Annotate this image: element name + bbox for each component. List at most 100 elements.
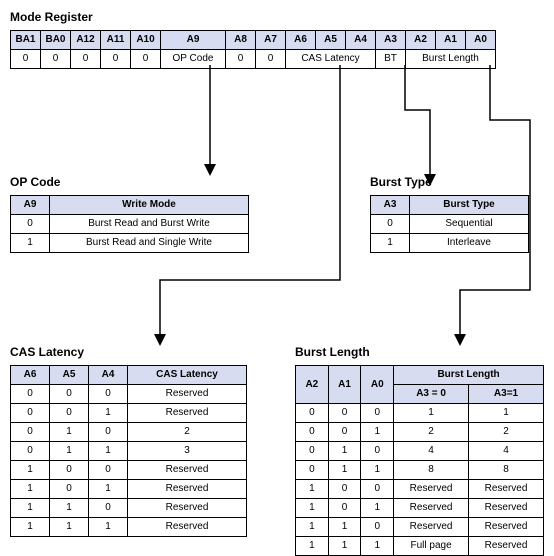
- cell: 0: [89, 423, 128, 442]
- cell: 0: [328, 480, 361, 499]
- cell: 1: [11, 461, 50, 480]
- cas-latency-title: CAS Latency: [10, 345, 247, 359]
- table-row: A6 A5 A4 CAS Latency: [11, 366, 247, 385]
- cell: 0: [371, 215, 410, 234]
- hdr: A4: [346, 31, 376, 50]
- cell: Burst Read and Single Write: [50, 234, 249, 253]
- cell: 1: [50, 499, 89, 518]
- cell: 0: [131, 50, 161, 69]
- hdr: A2: [296, 366, 329, 404]
- cell: Reserved: [394, 518, 469, 537]
- cell: 0: [71, 50, 101, 69]
- cell: Reserved: [128, 385, 247, 404]
- cell: 2: [394, 423, 469, 442]
- cell: Reserved: [394, 499, 469, 518]
- table-row: 0102: [11, 423, 247, 442]
- table-row: 110ReservedReserved: [296, 518, 544, 537]
- hdr: BA0: [41, 31, 71, 50]
- cell: 0: [89, 499, 128, 518]
- hdr: A0: [466, 31, 496, 50]
- cell: Reserved: [128, 499, 247, 518]
- table-row: 100Reserved: [11, 461, 247, 480]
- cell: 0: [296, 461, 329, 480]
- cell: 1: [11, 518, 50, 537]
- table-row: 100ReservedReserved: [296, 480, 544, 499]
- table-row: 0 0 0 0 0 OP Code 0 0 CAS Latency BT Bur…: [11, 50, 496, 69]
- cell: 1: [328, 537, 361, 556]
- cell: 1: [296, 518, 329, 537]
- cell: BT: [376, 50, 406, 69]
- opcode-table: A9 Write Mode 0 Burst Read and Burst Wri…: [10, 195, 249, 253]
- cell: 1: [296, 499, 329, 518]
- cell: 1: [361, 537, 394, 556]
- cell: 1: [296, 480, 329, 499]
- cell: Sequential: [410, 215, 529, 234]
- cell: 8: [394, 461, 469, 480]
- table-row: A2 A1 A0 Burst Length: [296, 366, 544, 385]
- diagram-container: Mode Register BA1 BA0 A12 A11 A10 A9 A8 …: [10, 10, 544, 520]
- hdr: A1: [328, 366, 361, 404]
- cell: 1: [11, 499, 50, 518]
- cell: 1: [361, 423, 394, 442]
- table-row: 111Full pageReserved: [296, 537, 544, 556]
- hdr: A6: [11, 366, 50, 385]
- hdr: A5: [50, 366, 89, 385]
- mode-register-table: BA1 BA0 A12 A11 A10 A9 A8 A7 A6 A5 A4 A3…: [10, 30, 496, 69]
- table-row: 0113: [11, 442, 247, 461]
- cell: 0: [89, 385, 128, 404]
- cell: 0: [296, 442, 329, 461]
- cell: 0: [11, 215, 50, 234]
- opcode-block: OP Code A9 Write Mode 0 Burst Read and B…: [10, 175, 249, 253]
- cell: 0: [50, 404, 89, 423]
- cell: Reserved: [394, 480, 469, 499]
- table-row: 1 Interleave: [371, 234, 529, 253]
- hdr: CAS Latency: [128, 366, 247, 385]
- cell: 1: [361, 499, 394, 518]
- table-row: 000Reserved: [11, 385, 247, 404]
- cell: 1: [50, 442, 89, 461]
- table-row: A3 Burst Type: [371, 196, 529, 215]
- mode-register-title: Mode Register: [10, 10, 496, 24]
- hdr: A6: [286, 31, 316, 50]
- hdr: A10: [131, 31, 161, 50]
- table-row: 110Reserved: [11, 499, 247, 518]
- hdr: A9: [161, 31, 226, 50]
- cell: 1: [394, 404, 469, 423]
- cell: 1: [296, 537, 329, 556]
- cell: Full page: [394, 537, 469, 556]
- cell: 0: [361, 442, 394, 461]
- cell: 1: [328, 461, 361, 480]
- hdr: A2: [406, 31, 436, 50]
- cell: 0: [89, 461, 128, 480]
- hdr: A3=1: [469, 385, 544, 404]
- cell: 1: [469, 404, 544, 423]
- cell: 1: [11, 234, 50, 253]
- cell: Burst Read and Burst Write: [50, 215, 249, 234]
- table-row: 00011: [296, 404, 544, 423]
- table-row: 001Reserved: [11, 404, 247, 423]
- cell: 0: [11, 404, 50, 423]
- burst-length-block: Burst Length A2 A1 A0 Burst Length A3 = …: [295, 345, 544, 556]
- cell: Burst Length: [406, 50, 496, 69]
- cell: 0: [361, 518, 394, 537]
- cell: Reserved: [128, 518, 247, 537]
- cell: 0: [50, 461, 89, 480]
- cell: 1: [50, 518, 89, 537]
- cell: 0: [50, 385, 89, 404]
- table-row: 00122: [296, 423, 544, 442]
- cell: 0: [11, 50, 41, 69]
- cell: OP Code: [161, 50, 226, 69]
- table-row: 1 Burst Read and Single Write: [11, 234, 249, 253]
- hdr: A5: [316, 31, 346, 50]
- cell: 1: [11, 480, 50, 499]
- cell: Reserved: [128, 461, 247, 480]
- burst-length-table: A2 A1 A0 Burst Length A3 = 0 A3=1 000110…: [295, 365, 544, 556]
- hdr: A3: [371, 196, 410, 215]
- cell: 2: [128, 423, 247, 442]
- cell: 2: [469, 423, 544, 442]
- cell: 0: [328, 423, 361, 442]
- cell: Interleave: [410, 234, 529, 253]
- cell: 1: [89, 404, 128, 423]
- hdr: A0: [361, 366, 394, 404]
- cell: 1: [89, 518, 128, 537]
